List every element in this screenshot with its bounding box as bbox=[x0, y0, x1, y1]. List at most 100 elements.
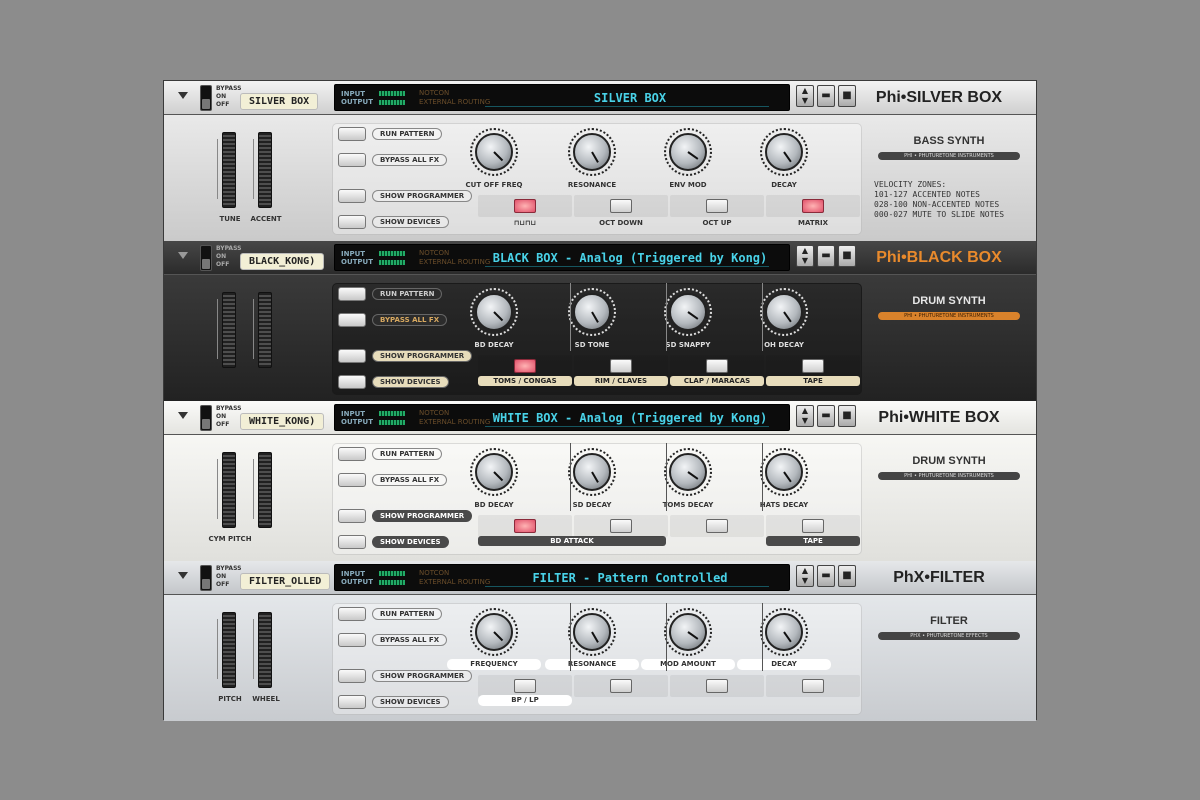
step-label: BP / LP bbox=[478, 695, 572, 706]
step-cell bbox=[478, 355, 572, 377]
display-scanline bbox=[485, 106, 769, 107]
step-button[interactable] bbox=[802, 199, 824, 213]
step-button[interactable] bbox=[514, 359, 536, 373]
knob-sd-snappy[interactable] bbox=[664, 288, 712, 336]
bypass-switch[interactable] bbox=[200, 405, 212, 431]
knob-sd-tone[interactable] bbox=[568, 288, 616, 336]
toggle-button[interactable] bbox=[338, 153, 366, 167]
toggle-button[interactable] bbox=[338, 669, 366, 683]
knob-env-mod[interactable] bbox=[664, 128, 712, 176]
step-button[interactable] bbox=[802, 679, 824, 693]
browse-patch-button[interactable]: ▬ bbox=[817, 245, 835, 267]
knob-sd-decay[interactable] bbox=[568, 448, 616, 496]
toggle-button[interactable] bbox=[338, 375, 366, 389]
toggle-button[interactable] bbox=[338, 695, 366, 709]
input-label: INPUT bbox=[341, 90, 366, 98]
brand-bar: PHI • PHUTURETONE INSTRUMENTS bbox=[878, 312, 1020, 320]
toggle-button[interactable] bbox=[338, 509, 366, 523]
input-meter bbox=[379, 91, 405, 96]
step-button[interactable] bbox=[610, 199, 632, 213]
browse-patch-button[interactable]: ▬ bbox=[817, 405, 835, 427]
step-button[interactable] bbox=[610, 359, 632, 373]
toggle-button[interactable] bbox=[338, 535, 366, 549]
toggle-button[interactable] bbox=[338, 215, 366, 229]
toggle-button[interactable] bbox=[338, 127, 366, 141]
knob-bd-decay[interactable] bbox=[470, 448, 518, 496]
knob-label: MOD AMOUNT bbox=[641, 659, 735, 670]
device-tape-label[interactable]: FILTER_OLLED bbox=[240, 573, 331, 590]
knob-label: RESONANCE bbox=[567, 181, 617, 189]
up-arrow-icon: ▲ bbox=[801, 406, 809, 415]
mod-wheel[interactable] bbox=[253, 452, 272, 528]
fold-toggle-icon[interactable] bbox=[178, 572, 188, 579]
patch-nav-button[interactable]: ▲ ▼ bbox=[796, 405, 814, 427]
knob-frequency[interactable] bbox=[470, 608, 518, 656]
toggle-button[interactable] bbox=[338, 473, 366, 487]
knob-oh-decay[interactable] bbox=[760, 288, 808, 336]
bypass-switch[interactable] bbox=[200, 85, 212, 111]
routing-info: NOTCON EXTERNAL ROUTING bbox=[419, 569, 490, 587]
step-button[interactable] bbox=[706, 199, 728, 213]
knob-hats-decay[interactable] bbox=[760, 448, 808, 496]
section-divider bbox=[570, 603, 571, 671]
routing-line: NOTCON bbox=[419, 89, 450, 97]
step-button[interactable] bbox=[802, 519, 824, 533]
routing-line: EXTERNAL ROUTING bbox=[419, 578, 491, 586]
pitch-wheel[interactable] bbox=[217, 452, 236, 528]
toggle-button[interactable] bbox=[338, 607, 366, 621]
knob-mod-amount[interactable] bbox=[664, 608, 712, 656]
section-divider bbox=[570, 443, 571, 511]
device-title: Phi•WHITE BOX bbox=[878, 409, 1000, 426]
patch-nav-button[interactable]: ▲ ▼ bbox=[796, 565, 814, 587]
bypass-label: BYPASS bbox=[216, 405, 242, 412]
knob-label: CUT OFF FREQ bbox=[465, 181, 523, 189]
step-button[interactable] bbox=[610, 519, 632, 533]
knob-resonance[interactable] bbox=[568, 128, 616, 176]
knob-toms-decay[interactable] bbox=[664, 448, 712, 496]
pitch-wheel[interactable] bbox=[217, 292, 236, 368]
display-scanline bbox=[485, 426, 769, 427]
fold-toggle-icon[interactable] bbox=[178, 412, 188, 419]
knob-label: OH DECAY bbox=[764, 341, 804, 349]
bypass-switch[interactable] bbox=[200, 245, 212, 271]
fold-toggle-icon[interactable] bbox=[178, 252, 188, 259]
mod-wheel[interactable] bbox=[253, 132, 272, 208]
toggle-button[interactable] bbox=[338, 349, 366, 363]
toggle-button[interactable] bbox=[338, 287, 366, 301]
toggle-button[interactable] bbox=[338, 447, 366, 461]
step-cell bbox=[670, 515, 764, 537]
bypass-switch[interactable] bbox=[200, 565, 212, 591]
browse-patch-button[interactable]: ▬ bbox=[817, 85, 835, 107]
knob-decay[interactable] bbox=[760, 608, 808, 656]
step-button[interactable] bbox=[802, 359, 824, 373]
mod-wheel[interactable] bbox=[253, 612, 272, 688]
device-tape-label[interactable]: WHITE_KONG) bbox=[240, 413, 325, 430]
step-cell bbox=[670, 355, 764, 377]
step-button[interactable] bbox=[514, 679, 536, 693]
velocity-line: 000-027 MUTE TO SLIDE NOTES bbox=[874, 210, 1005, 219]
fold-toggle-icon[interactable] bbox=[178, 92, 188, 99]
step-button[interactable] bbox=[514, 199, 536, 213]
pitch-wheel[interactable] bbox=[217, 132, 236, 208]
toggle-button[interactable] bbox=[338, 189, 366, 203]
knob-resonance[interactable] bbox=[568, 608, 616, 656]
device-tape-label[interactable]: BLACK_KONG) bbox=[240, 253, 325, 270]
step-button[interactable] bbox=[514, 519, 536, 533]
button-label: BYPASS ALL FX bbox=[372, 154, 448, 166]
pitch-wheel[interactable] bbox=[217, 612, 236, 688]
patch-nav-button[interactable]: ▲ ▼ bbox=[796, 85, 814, 107]
toggle-button[interactable] bbox=[338, 313, 366, 327]
knob-bd-decay[interactable] bbox=[470, 288, 518, 336]
toggle-button[interactable] bbox=[338, 633, 366, 647]
step-button[interactable] bbox=[706, 679, 728, 693]
step-button[interactable] bbox=[706, 359, 728, 373]
device-tape-label[interactable]: SILVER BOX bbox=[240, 93, 319, 110]
patch-nav-button[interactable]: ▲ ▼ bbox=[796, 245, 814, 267]
mod-wheel[interactable] bbox=[253, 292, 272, 368]
knob-cut-off-freq[interactable] bbox=[470, 128, 518, 176]
bypass-labels: BYPASS ON OFF bbox=[216, 405, 241, 429]
knob-decay[interactable] bbox=[760, 128, 808, 176]
browse-patch-button[interactable]: ▬ bbox=[817, 565, 835, 587]
step-button[interactable] bbox=[706, 519, 728, 533]
step-button[interactable] bbox=[610, 679, 632, 693]
